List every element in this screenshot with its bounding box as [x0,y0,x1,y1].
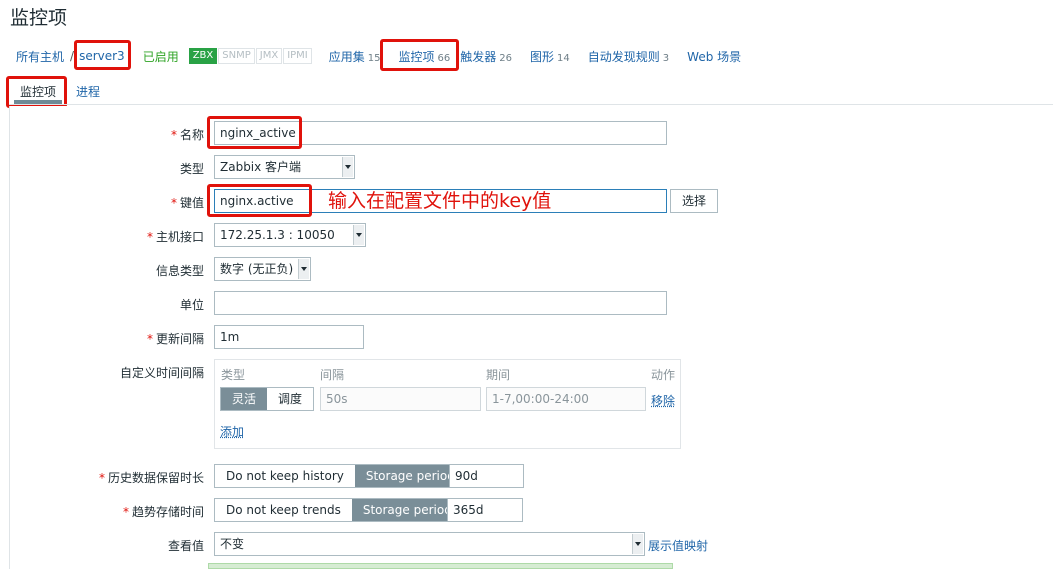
highlight-items-nav [380,39,459,71]
col-type-header: 类型 [221,368,246,382]
key-label: * 键值 [170,196,204,210]
chevron-down-icon [298,259,309,279]
jmx-badge: JMX [255,48,283,64]
custom-interval-input[interactable]: 50s [320,387,481,411]
nav-applications[interactable]: 应用集 15 [329,48,381,65]
interface-label: * 主机接口 [146,230,204,244]
trends-no-keep-option[interactable]: Do not keep trends [215,499,352,521]
nav-discovery-rules[interactable]: 自动发现规则 3 [588,48,669,65]
name-label: * 名称 [170,128,204,142]
nav-triggers[interactable]: 触发器 26 [460,48,512,65]
tab-processing[interactable]: 进程 [76,83,100,100]
tab-bar: 监控项 进程 [9,75,1053,105]
ipmi-badge: IPMI [283,48,312,64]
interface-select[interactable]: 172.25.1.3 : 10050 [214,223,366,247]
interval-type-toggle: 灵活 调度 [220,387,315,411]
highlight-key [207,184,312,217]
custom-period-input[interactable]: 1-7,00:00-24:00 [486,387,646,411]
nav-web-scenarios[interactable]: Web 场景 [687,48,741,65]
host-status[interactable]: 已启用 [143,48,179,65]
flexible-option[interactable]: 灵活 [221,388,268,410]
info-type-select[interactable]: 数字 (无正负) [214,257,311,281]
valuemap-select[interactable]: 不变 [214,532,645,556]
unit-label: 单位 [179,298,204,312]
custom-intervals-label: 自定义时间间隔 [119,366,204,380]
valuemap-label: 查看值 [167,539,204,553]
all-hosts-link[interactable]: 所有主机 [16,48,64,65]
trends-label: * 趋势存储时间 [122,505,204,519]
col-period-header: 期间 [486,368,511,382]
history-mode-toggle: Do not keep history Storage period [214,464,467,488]
interval-label: * 更新间隔 [146,332,204,346]
unit-input[interactable] [214,291,667,315]
col-action-header: 动作 [651,368,676,382]
col-interval-header: 间隔 [320,368,345,382]
highlight-name [207,116,302,149]
remove-interval-link[interactable]: 移除 [651,392,675,409]
custom-intervals-table: 类型 间隔 期间 动作 灵活 调度 50s 1-7,00:00-24:00 移除… [214,359,681,449]
type-select[interactable]: Zabbix 客户端 [214,155,355,179]
trends-period-input[interactable]: 365d [447,498,523,522]
tab-items[interactable]: 监控项 [13,83,63,104]
availability-badges: ZBX SNMP JMX IPMI [188,48,313,64]
add-interval-link[interactable]: 添加 [220,423,244,440]
zbx-badge: ZBX [188,48,218,64]
type-label: 类型 [179,162,204,176]
history-no-keep-option[interactable]: Do not keep history [215,465,355,487]
chevron-down-icon [353,225,364,245]
highlight-host [74,40,131,70]
snmp-badge: SNMP [218,48,255,64]
show-valuemap-link[interactable]: 展示值映射 [648,537,708,554]
key-annotation: 输入在配置文件中的key值 [328,190,552,212]
trends-mode-toggle: Do not keep trends Storage period [214,498,464,522]
page-title: 监控项 [10,7,68,29]
interval-input[interactable]: 1m [214,325,364,349]
nav-graphs[interactable]: 图形 14 [530,48,570,65]
info-type-label: 信息类型 [155,264,204,278]
description-area-edge [208,563,673,569]
key-select-button[interactable]: 选择 [670,189,718,213]
scheduling-option[interactable]: 调度 [267,388,314,410]
chevron-down-icon [632,534,643,554]
history-label: * 历史数据保留时长 [98,471,204,485]
history-period-input[interactable]: 90d [449,464,524,488]
chevron-down-icon [342,157,353,177]
